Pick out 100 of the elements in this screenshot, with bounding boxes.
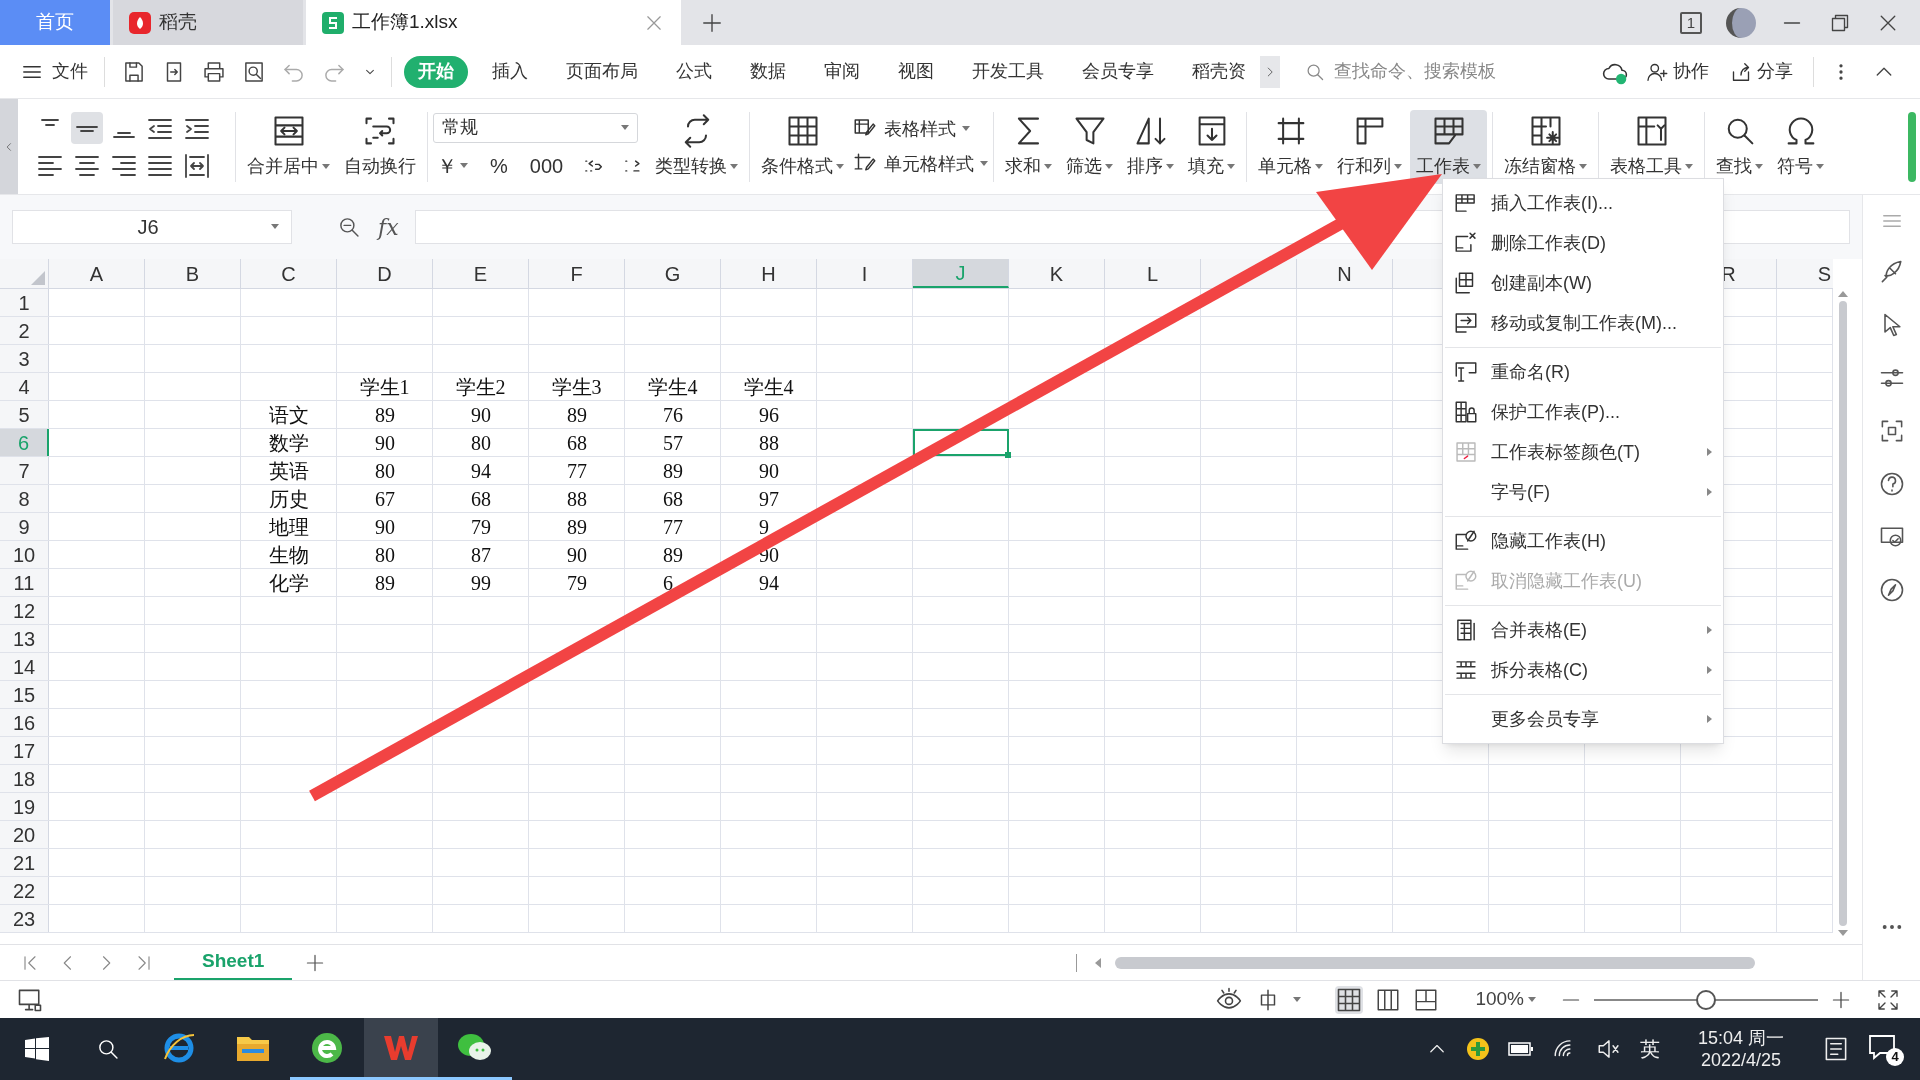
clock[interactable]: 15:04 周一 2022/4/25 [1677,1027,1804,1071]
start-icon[interactable] [25,1037,49,1061]
fullscreen-icon[interactable] [1876,987,1900,1012]
column-header[interactable]: F [529,259,625,288]
ribbon-tab[interactable]: 开发工具 [958,55,1058,88]
menu-item[interactable]: 移动或复制工作表(M)... [1443,303,1723,343]
share-button[interactable]: 分享 [1729,58,1793,85]
document-tab[interactable]: 工作簿1.xlsx [306,0,681,45]
row-header[interactable]: 14 [0,653,49,680]
name-box[interactable]: J6 [12,210,292,244]
ribbon-button[interactable]: 合并居中 [241,109,336,184]
menu-item[interactable]: 隐藏工作表(H) [1443,521,1723,561]
row-header[interactable]: 13 [0,625,49,652]
row-header[interactable]: 1 [0,289,49,316]
menu-item[interactable]: 重命名(R) [1443,352,1723,392]
row-header[interactable]: 8 [0,485,49,512]
column-header[interactable]: G [625,259,721,288]
scroll-up-icon[interactable] [1838,289,1848,297]
ribbon-scrollbar[interactable] [1908,111,1916,182]
browser-icon[interactable] [310,1030,344,1065]
selected-cell[interactable] [913,429,1009,456]
column-header[interactable]: E [433,259,529,288]
ribbon-tab[interactable]: 稻壳资 [1178,55,1260,88]
number-format-button[interactable]: ￥ [433,150,472,181]
ribbon-button[interactable]: 单元格 [1252,109,1330,184]
menu-item[interactable]: 字号(F) [1443,472,1723,512]
row-header[interactable]: 16 [0,709,49,736]
file-menu-button[interactable]: 文件 [20,58,88,85]
collaborate-button[interactable]: 协作 [1645,58,1709,85]
ribbon-button[interactable]: 表格样式 [852,115,989,143]
ribbon-button[interactable]: 单元格样式 [852,150,989,178]
row-header[interactable]: 2 [0,317,49,344]
column-header[interactable]: B [145,259,241,288]
ribbon-button[interactable]: 求和 [999,109,1059,184]
command-search-field[interactable]: 查找命令、搜索模板 [1304,58,1534,85]
row-header[interactable]: 19 [0,793,49,820]
menu-item[interactable]: 更多会员专享 [1443,699,1723,739]
column-header[interactable]: A [49,259,145,288]
row-header[interactable]: 18 [0,765,49,792]
document-tab[interactable]: 稻壳 [113,0,303,45]
column-header[interactable]: D [337,259,433,288]
row-header[interactable]: 21 [0,849,49,876]
ribbon-button[interactable]: 查找 [1710,109,1770,184]
row-header[interactable]: 23 [0,905,49,932]
number-format-button[interactable]: 000 [525,150,568,181]
row-header[interactable]: 5 [0,401,49,428]
window-count-button[interactable]: 1 [1679,11,1702,34]
zoom-level[interactable]: 100% [1475,985,1536,1014]
ribbon-button[interactable]: 类型转换 [649,109,745,184]
ribbon-tab[interactable]: 审阅 [810,55,874,88]
menu-item[interactable]: 工作表标签颜色(T) [1443,432,1723,472]
row-header[interactable]: 3 [0,345,49,372]
ribbon-button[interactable]: 冻结窗格 [1498,109,1594,184]
row-header[interactable]: 17 [0,737,49,764]
function-button[interactable]: fx [378,210,399,244]
number-format-dropdown[interactable]: 常规 [433,112,638,143]
ribbon-tab[interactable]: 页面布局 [552,55,652,88]
ribbon-button[interactable]: 自动换行 [338,109,422,184]
security-icon[interactable] [1465,1037,1490,1061]
input-method-indicator[interactable]: 英 [1639,1034,1660,1064]
column-header[interactable]: L [1105,259,1201,288]
horizontal-scrollbar[interactable] [1115,956,1756,969]
ribbon-button[interactable]: 符号 [1771,109,1831,184]
ribbon-tab[interactable]: 公式 [662,55,726,88]
normal-view-icon[interactable] [1335,985,1364,1014]
battery-icon[interactable] [1507,1041,1534,1057]
zoom-slider-thumb[interactable] [1696,989,1716,1010]
fill-handle[interactable] [1005,452,1011,458]
row-header[interactable]: 15 [0,681,49,708]
row-header[interactable]: 11 [0,569,49,596]
ribbon-tab[interactable]: 会员专享 [1068,55,1168,88]
ribbon-tab[interactable]: 插入 [478,55,542,88]
scroll-left-icon[interactable] [1093,957,1104,968]
row-header[interactable]: 4 [0,373,49,400]
align-icon[interactable] [70,111,103,144]
row-header[interactable]: 12 [0,597,49,624]
row-header[interactable]: 22 [0,877,49,904]
scroll-down-icon[interactable] [1838,930,1848,938]
ribbon-tab[interactable]: 数据 [736,55,800,88]
menu-item[interactable]: 合并表格(E) [1443,610,1723,650]
ribbon-button[interactable]: 行和列 [1331,109,1409,184]
ribbon-tab[interactable]: 视图 [884,55,948,88]
column-header[interactable]: C [241,259,337,288]
column-header[interactable]: H [721,259,817,288]
ribbon-button[interactable]: 填充 [1182,109,1242,184]
ribbon-button[interactable]: 表格工具 [1604,109,1700,184]
menu-item[interactable]: 插入工作表(I)... [1443,183,1723,223]
ribbon-button[interactable]: 筛选 [1060,109,1120,184]
row-header[interactable]: 20 [0,821,49,848]
row-header[interactable]: 9 [0,513,49,540]
menu-item[interactable]: 保护工作表(P)... [1443,392,1723,432]
number-format-button[interactable]: % [486,150,512,181]
row-header[interactable]: 10 [0,541,49,568]
ribbon-button[interactable]: 排序 [1121,109,1181,184]
ribbon-button[interactable]: 条件格式 [755,109,851,184]
column-header[interactable]: K [1009,259,1105,288]
ribbon-button[interactable]: 工作表 [1410,109,1488,184]
menu-item[interactable]: 拆分表格(C) [1443,650,1723,690]
user-avatar[interactable] [1726,7,1756,38]
row-header[interactable]: 7 [0,457,49,484]
